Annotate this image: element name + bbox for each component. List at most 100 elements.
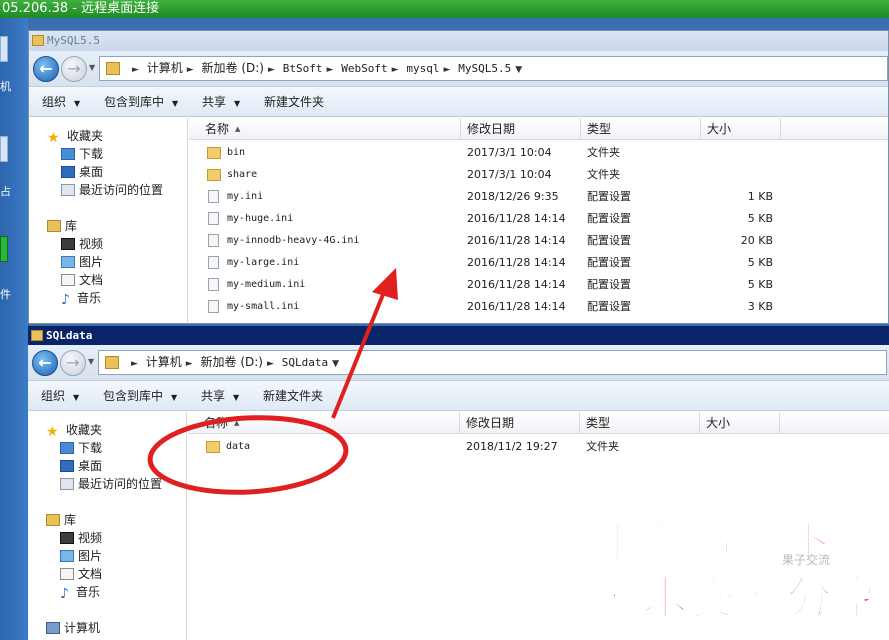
file-modified: 2017/3/1 10:04 (467, 146, 552, 159)
nav-libraries[interactable]: 库 (47, 217, 77, 235)
file-row[interactable]: my-huge.ini 2016/11/28 14:14 配置设置 5 KB (189, 208, 888, 230)
column-header-modified[interactable]: 修改日期 (460, 412, 580, 434)
chevron-right-icon[interactable]: ► (131, 359, 138, 369)
nav-libraries[interactable]: 库 (46, 511, 76, 529)
forward-button[interactable]: → (60, 350, 86, 376)
file-type: 配置设置 (587, 278, 631, 291)
chevron-right-icon[interactable]: ► (186, 359, 193, 369)
desktop-icon (61, 166, 75, 178)
column-header-modified[interactable]: 修改日期 (461, 118, 581, 140)
breadcrumb-item[interactable]: 新加卷 (D:) (202, 61, 264, 75)
desktop-icon[interactable] (0, 136, 8, 162)
folder-icon (32, 35, 44, 46)
chevron-right-icon[interactable]: ► (392, 65, 399, 75)
new-folder-button[interactable]: 新建文件夹 (264, 87, 324, 117)
address-row: ← → ▼ ► 计算机 ► 新加卷 (D:) ► BtSoft ► WebSoft ► … (29, 51, 888, 87)
chevron-down-icon: ▼ (233, 393, 240, 402)
recent-pages-dropdown[interactable]: ▼ (89, 63, 95, 72)
nav-downloads[interactable]: 下载 (61, 145, 103, 163)
organize-button[interactable]: 组织 ▼ (41, 381, 79, 411)
sort-ascending-icon: ▲ (234, 419, 240, 427)
share-button[interactable]: 共享 ▼ (202, 87, 240, 117)
file-modified: 2016/11/28 14:14 (467, 212, 566, 225)
file-row[interactable]: bin 2017/3/1 10:04 文件夹 (189, 142, 888, 164)
file-name: my-large.ini (227, 257, 300, 268)
nav-videos[interactable]: 视频 (61, 235, 103, 253)
file-row[interactable]: my-small.ini 2016/11/28 14:14 配置设置 3 KB (189, 296, 888, 318)
file-row[interactable]: my-innodb-heavy-4G.ini 2016/11/28 14:14 配置… (189, 230, 888, 252)
column-header-name[interactable]: 名称 ▲ (198, 412, 460, 434)
share-button[interactable]: 共享 ▼ (201, 381, 239, 411)
column-header-size[interactable]: 大小 (700, 412, 780, 434)
config-file-icon (208, 234, 219, 247)
column-header-name[interactable]: 名称 ▲ (199, 118, 461, 140)
music-note-icon: ♪ (60, 586, 69, 602)
breadcrumb-item[interactable]: BtSoft (283, 62, 323, 75)
nav-music[interactable]: ♪ 音乐 (61, 289, 101, 308)
column-header-type[interactable]: 类型 (580, 412, 700, 434)
config-file-icon (208, 256, 219, 269)
chevron-right-icon[interactable]: ► (267, 359, 274, 369)
nav-desktop[interactable]: 桌面 (61, 163, 103, 181)
file-row[interactable]: my-medium.ini 2016/11/28 14:14 配置设置 5 KB (189, 274, 888, 296)
include-in-library-button[interactable]: 包含到库中 ▼ (103, 381, 177, 411)
file-row[interactable]: data 2018/11/2 19:27 文件夹 (188, 436, 889, 458)
nav-downloads[interactable]: 下载 (60, 439, 102, 457)
nav-favorites[interactable]: ★ 收藏夹 (46, 421, 102, 440)
column-header-size[interactable]: 大小 (701, 118, 781, 140)
breadcrumb-item[interactable]: 计算机 (147, 61, 183, 75)
folder-icon (206, 441, 220, 453)
nav-documents[interactable]: 文档 (61, 271, 103, 289)
navigation-pane: ★ 收藏夹 下载 桌面 最近访问的位置 库 视频 图片 文档 ♪ 音乐 (29, 118, 188, 323)
window-titlebar[interactable]: SQLdata (28, 326, 889, 345)
file-row[interactable]: my-large.ini 2016/11/28 14:14 配置设置 5 KB (189, 252, 888, 274)
chevron-right-icon[interactable]: ► (268, 65, 275, 75)
nav-pictures[interactable]: 图片 (60, 547, 102, 565)
address-bar[interactable]: ► 计算机 ► 新加卷 (D:) ► BtSoft ► WebSoft ► mysql ►… (99, 56, 888, 81)
nav-videos[interactable]: 视频 (60, 529, 102, 547)
folder-icon (106, 62, 120, 75)
organize-button[interactable]: 组织 ▼ (42, 87, 80, 117)
recent-places-icon (60, 478, 74, 490)
back-button[interactable]: ← (32, 350, 58, 376)
file-name: my-huge.ini (227, 213, 294, 224)
music-note-icon: ♪ (61, 292, 70, 308)
nav-recent-places[interactable]: 最近访问的位置 (60, 475, 162, 493)
breadcrumb-item[interactable]: WebSoft (341, 62, 387, 75)
nav-computer[interactable]: 计算机 (46, 619, 100, 637)
include-in-library-button[interactable]: 包含到库中 ▼ (104, 87, 178, 117)
window-titlebar[interactable]: MySQL5.5 (29, 31, 888, 51)
recent-pages-dropdown[interactable]: ▼ (88, 357, 94, 366)
desktop-icon[interactable] (0, 236, 8, 262)
breadcrumb-item[interactable]: SQLdata (282, 356, 328, 369)
column-header-type[interactable]: 类型 (581, 118, 701, 140)
breadcrumb-item[interactable]: 新加卷 (D:) (201, 355, 263, 369)
chevron-right-icon[interactable]: ► (326, 65, 333, 75)
file-row[interactable]: my.ini 2018/12/26 9:35 配置设置 1 KB (189, 186, 888, 208)
watermark-text: 手游资源下载 技术交流分享 (593, 514, 882, 626)
nav-pictures[interactable]: 图片 (61, 253, 103, 271)
file-row[interactable]: share 2017/3/1 10:04 文件夹 (189, 164, 888, 186)
chevron-down-icon[interactable]: ▼ (515, 65, 522, 75)
back-button[interactable]: ← (33, 56, 59, 82)
chevron-right-icon[interactable]: ► (443, 65, 450, 75)
nav-music[interactable]: ♪ 音乐 (60, 583, 100, 602)
chevron-right-icon[interactable]: ► (132, 65, 139, 75)
nav-recent-places[interactable]: 最近访问的位置 (61, 181, 163, 199)
breadcrumb-item[interactable]: mysql (406, 62, 439, 75)
new-folder-button[interactable]: 新建文件夹 (263, 381, 323, 411)
chevron-down-icon[interactable]: ▼ (332, 359, 339, 369)
nav-favorites[interactable]: ★ 收藏夹 (47, 127, 103, 146)
breadcrumb-item[interactable]: MySQL5.5 (458, 62, 511, 75)
desktop-icon[interactable] (0, 36, 8, 62)
breadcrumb-item[interactable]: 计算机 (146, 355, 182, 369)
file-type: 文件夹 (586, 440, 619, 453)
command-bar: 组织 ▼ 包含到库中 ▼ 共享 ▼ 新建文件夹 (28, 381, 889, 411)
nav-documents[interactable]: 文档 (60, 565, 102, 583)
file-size: 5 KB (747, 278, 773, 291)
chevron-right-icon[interactable]: ► (187, 65, 194, 75)
address-bar[interactable]: ► 计算机 ► 新加卷 (D:) ► SQLdata ▼ (98, 350, 887, 375)
remote-desktop-titlebar[interactable]: 05.206.38 - 远程桌面连接 (0, 0, 889, 18)
nav-desktop[interactable]: 桌面 (60, 457, 102, 475)
forward-button[interactable]: → (61, 56, 87, 82)
